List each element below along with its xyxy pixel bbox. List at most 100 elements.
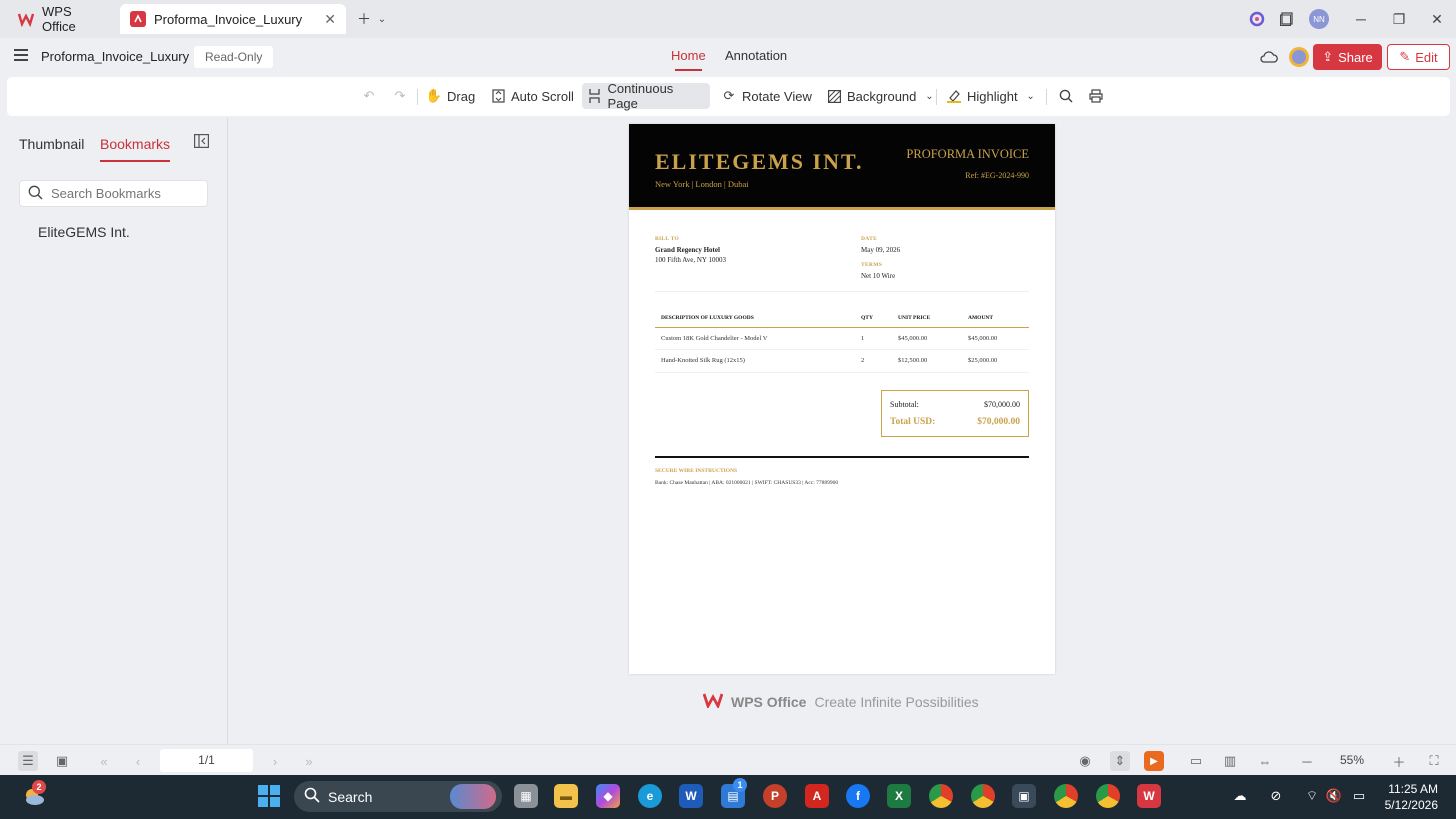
edge-icon[interactable]: e [638,784,662,808]
search-icon [28,185,43,203]
zoom-level[interactable]: 55% [1340,753,1364,767]
divider [417,89,418,105]
word-icon[interactable]: W [679,784,703,808]
facebook-icon[interactable]: f [846,784,870,808]
chrome-icon[interactable] [929,784,953,808]
date-value: May 09, 2026 [861,246,901,254]
fit-width-icon[interactable]: ⇔ [1255,751,1275,771]
navigation-panel-icon[interactable]: ☰ [18,751,38,771]
continuous-page-button[interactable]: Continuous Page [582,81,710,111]
table-row: Custom 18K Gold Chandelier - Model V 1 $… [655,327,1029,350]
invoice-title: PROFORMA INVOICE [906,147,1029,161]
rotate-view-button[interactable]: ⟳ Rotate View [716,83,818,109]
chevron-down-icon[interactable]: ⌄ [372,9,392,29]
play-icon[interactable]: ▶ [1144,751,1164,771]
network-off-icon[interactable]: ⊘ [1267,787,1285,805]
date: 5/12/2026 [1384,798,1438,812]
item-description: Hand-Knotted Silk Rug (12x15) [655,349,855,373]
weather-icon[interactable]: 2 [22,780,46,808]
terms-label: TERMS [861,262,883,268]
minimize-icon[interactable]: ─ [1351,9,1371,29]
redo-button[interactable]: ↷ [387,83,413,109]
fullscreen-icon[interactable]: ⛶ [1424,751,1444,771]
background-button[interactable]: Background ⌄ [821,83,942,109]
battery-icon[interactable]: ▭ [1350,787,1368,805]
totals-box: Subtotal: $70,000.00 Total USD: $70,000.… [881,390,1029,437]
line-items-table: DESCRIPTION OF LUXURY GOODS QTY UNIT PRI… [655,310,1029,373]
app-header: Proforma_Invoice_Luxury Read-Only Home A… [0,38,1456,76]
powerpoint-icon[interactable]: P [763,784,787,808]
last-page-icon[interactable]: » [299,751,319,771]
tab-home[interactable]: Home [671,48,706,71]
print-button[interactable] [1083,83,1109,109]
clock[interactable]: 11:25 AM 5/12/2026 [1384,781,1438,813]
wps-taskbar-icon[interactable]: W [1137,784,1161,808]
cloud-icon[interactable] [1259,47,1279,67]
two-page-icon[interactable]: ▥ [1220,751,1240,771]
acrobat-icon[interactable]: A [805,784,829,808]
invoice-ref: Ref: #EG-2024-990 [965,171,1029,180]
item-amount: $45,000.00 [962,327,1029,350]
new-tab-icon[interactable]: ＋ [354,9,374,29]
total-label: Total USD: [890,417,936,427]
chrome-profile-icon[interactable] [1054,784,1078,808]
table-header-row: DESCRIPTION OF LUXURY GOODS QTY UNIT PRI… [655,310,1029,328]
chrome-profile-icon[interactable] [1096,784,1120,808]
background-label: Background [847,88,917,104]
edit-button[interactable]: ✎ Edit [1387,44,1450,70]
item-qty: 1 [855,327,892,350]
bookmark-item[interactable]: EliteGEMS Int. [38,224,130,240]
bookmark-search[interactable] [19,180,208,207]
single-page-icon[interactable]: ▭ [1186,751,1206,771]
previous-page-icon[interactable]: ‹ [128,751,148,771]
first-page-icon[interactable]: « [94,751,114,771]
tab-document[interactable]: Proforma_Invoice_Luxury ✕ [120,4,346,34]
wifi-icon[interactable]: ⌔ [1303,787,1321,805]
bill-to-label: BILL TO [655,236,680,242]
zoom-out-icon[interactable]: ─ [1297,751,1317,771]
start-icon[interactable] [257,784,281,808]
close-tab-icon[interactable]: ✕ [324,11,336,28]
undo-button[interactable]: ↶ [356,83,382,109]
copilot-icon[interactable] [1247,9,1267,29]
window-layout-icon[interactable] [1277,9,1297,29]
eye-protection-icon[interactable]: ◉ [1075,751,1095,771]
annotation-panel-icon[interactable]: ▣ [52,751,72,771]
pdf-icon [130,11,146,27]
share-button[interactable]: ⇪ Share [1313,44,1382,70]
screen-recorder-icon[interactable]: ▣ [1012,784,1036,808]
continuous-view-icon[interactable]: ⇕ [1110,751,1130,771]
store-icon[interactable]: ▤ 1 [721,778,747,808]
restore-icon[interactable]: ❐ [1389,9,1409,29]
drag-button[interactable]: ✋ Drag [421,83,481,109]
excel-icon[interactable]: X [887,784,911,808]
close-window-icon[interactable]: ✕ [1427,9,1447,29]
tab-bookmarks[interactable]: Bookmarks [100,136,171,162]
collapse-panel-icon[interactable] [194,134,210,151]
rotate-view-label: Rotate View [742,88,812,104]
auto-scroll-label: Auto Scroll [511,88,574,104]
tab-wps-office[interactable]: WPS Office [8,4,116,34]
avatar[interactable]: NN [1309,9,1329,29]
tab-thumbnail[interactable]: Thumbnail [19,136,84,152]
volume-muted-icon[interactable]: 🔇 [1325,787,1343,805]
chrome-profile-icon[interactable] [971,784,995,808]
zoom-in-icon[interactable]: ＋ [1389,751,1409,771]
drag-label: Drag [447,88,476,104]
copilot-app-icon[interactable]: ◆ [596,784,620,808]
edit-label: Edit [1415,49,1438,65]
onedrive-icon[interactable]: ☁ [1231,787,1249,805]
menu-icon[interactable] [14,49,28,61]
user-avatar-icon[interactable] [1289,47,1309,67]
file-explorer-icon[interactable]: ▬ [554,784,578,808]
page-number-input[interactable]: 1/1 [160,749,253,772]
tab-annotation[interactable]: Annotation [725,48,787,63]
next-page-icon[interactable]: › [265,751,285,771]
search-bookmarks-input[interactable] [51,186,201,201]
auto-scroll-button[interactable]: Auto Scroll [485,83,580,109]
search-button[interactable] [1053,83,1079,109]
task-view-icon[interactable]: ▦ [514,784,538,808]
highlight-button[interactable]: Highlight ⌄ [941,83,1044,109]
weather-badge: 2 [32,780,46,794]
taskbar-search[interactable]: Search [294,781,502,812]
